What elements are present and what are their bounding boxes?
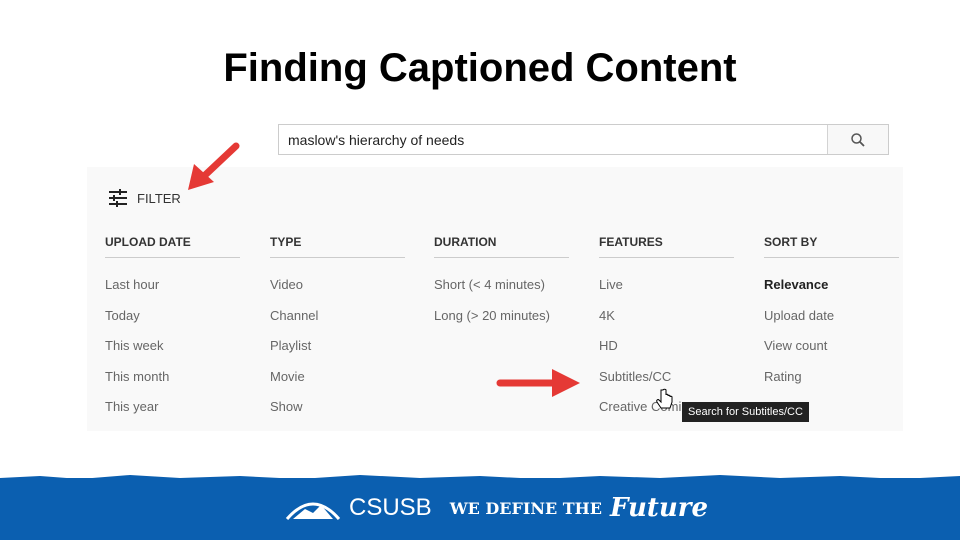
column-header: FEATURES: [599, 235, 663, 249]
tagline: WE DEFINE THE: [449, 498, 602, 518]
filter-option[interactable]: Long (> 20 minutes): [434, 308, 569, 339]
tooltip: Search for Subtitles/CC: [682, 402, 809, 422]
search-icon: [851, 132, 865, 147]
filter-option[interactable]: HD: [599, 338, 734, 369]
divider: [434, 257, 569, 258]
filter-label: FILTER: [137, 190, 181, 206]
hand-cursor-icon: [656, 388, 673, 409]
filter-column: UPLOAD DATE Last hour Today This week This m…: [105, 235, 240, 430]
logo-text: CSUSB: [349, 494, 432, 521]
divider: [105, 257, 240, 258]
filter-option[interactable]: Playlist: [270, 338, 405, 369]
divider: [270, 257, 405, 258]
divider: [599, 257, 734, 258]
sliders-icon: [109, 189, 127, 207]
mountain-arc-icon: [285, 502, 341, 520]
filter-option[interactable]: 4K: [599, 308, 734, 339]
filter-option[interactable]: Rating: [764, 369, 899, 400]
filter-option[interactable]: Today: [105, 308, 240, 339]
tagline-script: Future: [609, 493, 709, 523]
filter-option[interactable]: This month: [105, 369, 240, 400]
filter-option[interactable]: This year: [105, 399, 240, 430]
column-header: UPLOAD DATE: [105, 235, 191, 249]
filter-option[interactable]: Show: [270, 399, 405, 430]
filter-option[interactable]: Relevance: [764, 277, 899, 308]
search-bar[interactable]: maslow's hierarchy of needs: [278, 124, 889, 155]
filter-option[interactable]: View count: [764, 338, 899, 369]
filter-column: SORT BY Relevance Upload date View count Rat…: [764, 235, 899, 399]
filter-option[interactable]: Video: [270, 277, 405, 308]
divider: [764, 257, 899, 258]
filter-column: DURATION Short (< 4 minutes) Long (> 20 mi…: [434, 235, 569, 338]
column-header: DURATION: [434, 235, 497, 249]
filter-option[interactable]: Last hour: [105, 277, 240, 308]
arrow-to-subtitles: [496, 369, 580, 397]
column-header: SORT BY: [764, 235, 818, 249]
filter-option[interactable]: This week: [105, 338, 240, 369]
slide-title: Finding Captioned Content: [223, 46, 737, 90]
csusb-logo: CSUSB WE DEFINE THE Future: [285, 493, 708, 523]
filter-button[interactable]: FILTER: [108, 189, 181, 207]
search-input[interactable]: maslow's hierarchy of needs: [288, 132, 464, 148]
search-button[interactable]: [827, 125, 888, 154]
arrow-to-filter: [188, 142, 240, 190]
filter-option[interactable]: Movie: [270, 369, 405, 400]
filter-column: TYPE Video Channel Playlist Movie Show: [270, 235, 405, 430]
column-header: TYPE: [270, 235, 302, 249]
filter-option[interactable]: Short (< 4 minutes): [434, 277, 569, 308]
filter-option[interactable]: Channel: [270, 308, 405, 339]
filter-option[interactable]: Upload date: [764, 308, 899, 339]
filter-option[interactable]: Live: [599, 277, 734, 308]
